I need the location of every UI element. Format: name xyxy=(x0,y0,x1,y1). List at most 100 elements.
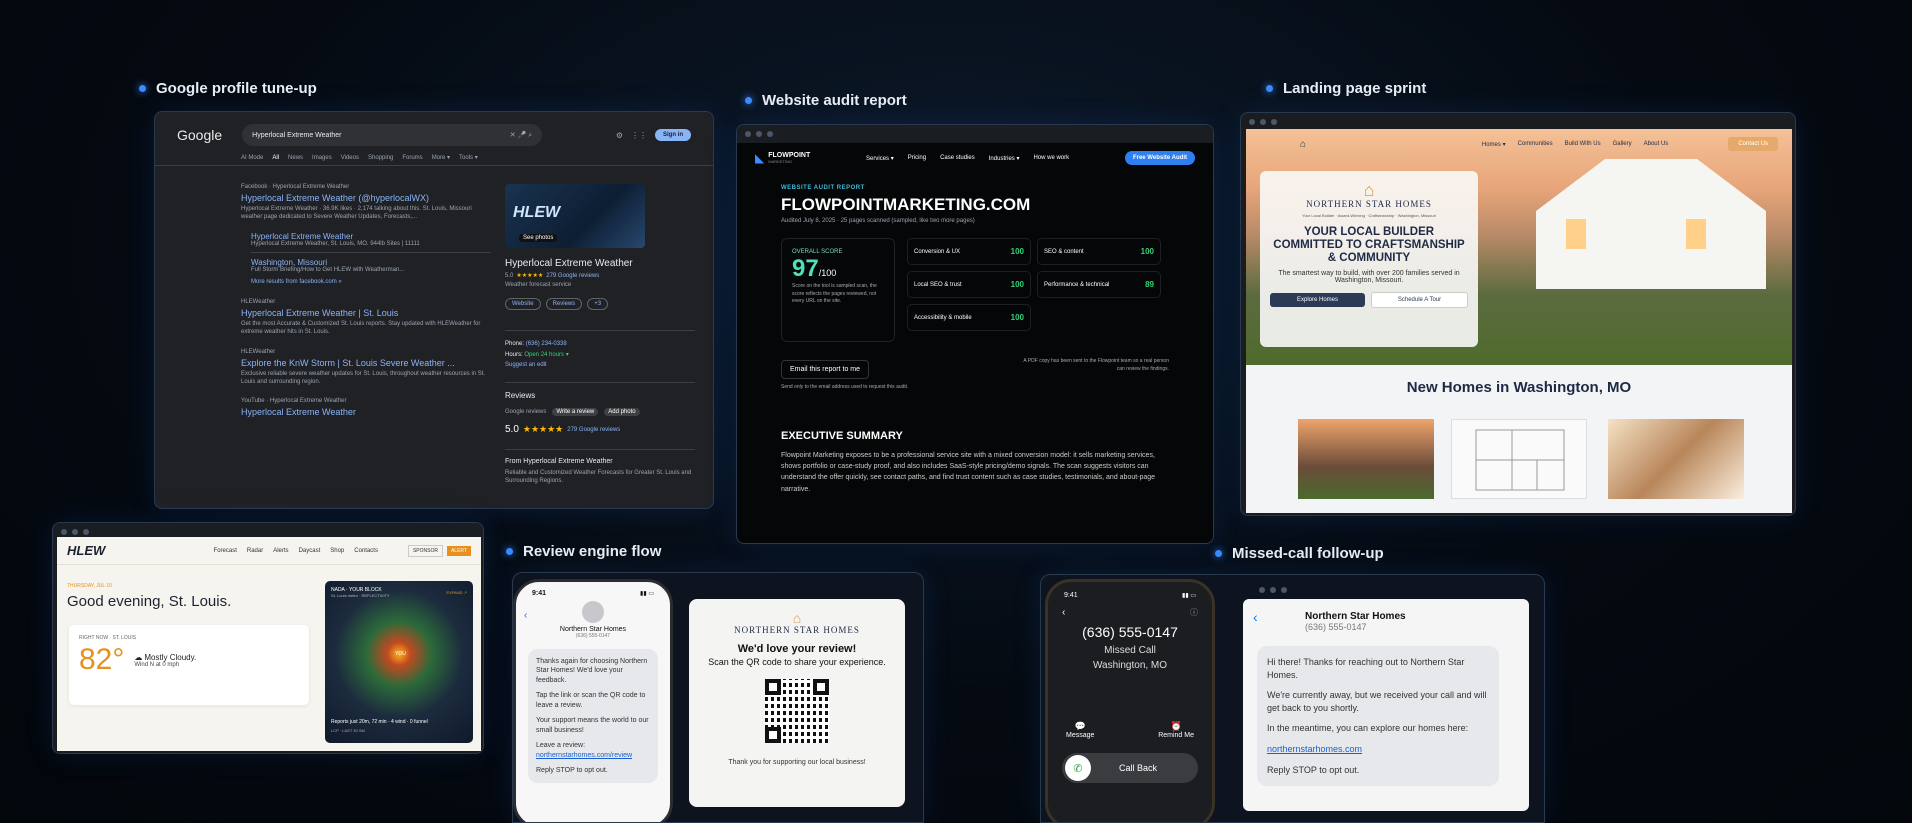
result-item: Facebook · Hyperlocal Extreme Weather Hy… xyxy=(241,184,491,222)
label-website-audit: Website audit report xyxy=(745,92,907,109)
floor-plan-card[interactable] xyxy=(1451,419,1587,499)
tab-tools[interactable]: Tools ▾ xyxy=(459,154,478,161)
score-grid: Conversion & UX 100 SEO & content 100 Loca… xyxy=(907,238,1161,331)
sublink-title[interactable]: Hyperlocal Extreme Weather xyxy=(251,232,491,241)
schedule-tour-button[interactable]: Schedule A Tour xyxy=(1371,291,1468,308)
result-source: YouTube · Hyperlocal Extreme Weather xyxy=(241,398,347,405)
contact-name: Northern Star Homes xyxy=(559,626,627,633)
email-report-button[interactable]: Email this report to me xyxy=(781,360,870,379)
kp-image[interactable]: HLEW See photos xyxy=(505,184,645,248)
nav-communities[interactable]: Communities xyxy=(1518,141,1553,147)
sublink-title[interactable]: Washington, Missouri xyxy=(251,258,491,267)
tab-videos[interactable]: Videos xyxy=(341,155,359,161)
from-heading: From Hyperlocal Extreme Weather xyxy=(505,458,613,465)
roof-logo-icon: ⌂ xyxy=(792,610,802,626)
tab-ai-mode[interactable]: AI Mode xyxy=(241,155,263,161)
brand-sub: MARKETING xyxy=(768,159,793,164)
nav-services[interactable]: Services ▾ xyxy=(866,155,894,162)
kp-more-button[interactable]: +3 xyxy=(587,298,609,310)
contact-us-button[interactable]: Contact Us xyxy=(1728,137,1778,151)
condition: Mostly Cloudy. xyxy=(144,652,197,662)
result-title[interactable]: Hyperlocal Extreme Weather xyxy=(241,407,491,417)
qr-code-icon[interactable] xyxy=(765,679,829,743)
hours-label: Hours: xyxy=(505,352,523,358)
add-photo-button[interactable]: Add photo xyxy=(604,408,640,416)
interior-photo-card[interactable] xyxy=(1608,419,1744,499)
back-icon[interactable]: ‹ xyxy=(1253,609,1258,625)
result-title[interactable]: Hyperlocal Extreme Weather (@hyperlocalW… xyxy=(241,193,491,203)
cloud-icon: ☁ xyxy=(134,652,143,662)
info-icon[interactable]: ⓘ xyxy=(1190,607,1198,618)
bullet-icon xyxy=(1266,85,1273,92)
kp-phone[interactable]: (636) 234-0338 xyxy=(526,341,567,347)
homes-link[interactable]: northernstarhomes.com xyxy=(1267,743,1489,756)
brand-name: FLOWPOINT xyxy=(768,152,811,159)
call-back-slider[interactable]: ✆ Call Back xyxy=(1062,753,1198,783)
explore-homes-button[interactable]: Explore Homes xyxy=(1270,292,1365,307)
nav-forecast[interactable]: Forecast xyxy=(214,548,237,554)
expand-button[interactable]: EXPAND ↗ xyxy=(446,590,467,595)
apps-icon[interactable]: ⋮⋮ xyxy=(631,131,647,140)
tab-forums[interactable]: Forums xyxy=(402,155,422,161)
nav-pricing[interactable]: Pricing xyxy=(908,155,926,161)
result-title[interactable]: Hyperlocal Extreme Weather | St. Louis xyxy=(241,308,491,318)
nav-how-we-work[interactable]: How we work xyxy=(1033,155,1069,161)
write-review-button[interactable]: Write a review xyxy=(552,408,599,416)
nav-gallery[interactable]: Gallery xyxy=(1613,141,1632,147)
tab-all[interactable]: All xyxy=(272,155,279,161)
suggest-edit-link[interactable]: Suggest an edit xyxy=(505,362,695,368)
kp-reviews-button[interactable]: Reviews xyxy=(545,298,583,310)
roof-logo-icon: ⌂ xyxy=(1363,180,1375,200)
back-icon[interactable]: ‹ xyxy=(524,610,527,621)
weather-nav: HLEW Forecast Radar Alerts Daycast Shop … xyxy=(57,537,481,565)
result-title[interactable]: Explore the KnW Storm | St. Louis Severe… xyxy=(241,358,491,368)
back-icon[interactable]: ‹ xyxy=(1062,607,1065,618)
label-google-profile: Google profile tune-up xyxy=(139,80,317,97)
nav-industries[interactable]: Industries ▾ xyxy=(989,155,1020,162)
score-name: Local SEO & trust xyxy=(914,281,962,288)
remind-me-action[interactable]: ⏰ Remind Me xyxy=(1158,721,1194,739)
big-reviews-link[interactable]: 279 Google reviews xyxy=(567,427,620,433)
sublink[interactable]: Hyperlocal Extreme Weather Hyperlocal Ex… xyxy=(251,232,491,253)
sponsor-button[interactable]: SPONSOR xyxy=(407,544,443,557)
message-icon: 💬 xyxy=(1074,721,1086,731)
radar-map[interactable]: NADA · YOUR BLOCK St. Louis metro · REFLE… xyxy=(325,581,473,743)
sign-in-button[interactable]: Sign in xyxy=(655,129,691,141)
search-bar[interactable]: Hyperlocal Extreme Weather ✕ 🎤 ⌕ xyxy=(242,124,543,146)
score-name: SEO & content xyxy=(1044,248,1084,255)
score-name: Performance & technical xyxy=(1044,281,1110,288)
tab-shopping[interactable]: Shopping xyxy=(368,155,393,161)
home-card-photo[interactable] xyxy=(1298,419,1434,499)
kp-website-button[interactable]: Website xyxy=(505,298,541,310)
search-icon[interactable]: ✕ 🎤 ⌕ xyxy=(510,131,532,140)
alert-button[interactable]: ALERT xyxy=(446,545,471,556)
nav-alerts[interactable]: Alerts xyxy=(273,548,288,554)
score-card: Accessibility & mobile 100 xyxy=(907,304,1031,331)
free-audit-button[interactable]: Free Website Audit xyxy=(1124,151,1195,165)
search-query[interactable]: Hyperlocal Extreme Weather xyxy=(252,132,341,139)
result-source: HLEWeather xyxy=(241,298,276,305)
tab-more[interactable]: More ▾ xyxy=(432,154,450,161)
label-missed-call: Missed-call follow-up xyxy=(1215,545,1384,562)
message-action[interactable]: 💬 Message xyxy=(1066,721,1094,739)
nav-contacts[interactable]: Contacts xyxy=(354,548,378,554)
review-link[interactable]: northernstarhomes.com/review xyxy=(536,751,650,760)
overall-note: Score on the tool is sampled scan, the s… xyxy=(792,283,877,304)
nav-homes[interactable]: Homes ▾ xyxy=(1482,141,1506,148)
more-results-link[interactable]: More results from facebook.com » xyxy=(251,279,491,285)
sublink[interactable]: Washington, Missouri Full Storm Briefing… xyxy=(251,253,491,273)
see-photos-button[interactable]: See photos xyxy=(519,234,558,242)
nav-about-us[interactable]: About Us xyxy=(1644,141,1669,147)
nav-radar[interactable]: Radar xyxy=(247,548,263,554)
kp-reviews-link[interactable]: 279 Google reviews xyxy=(546,273,599,279)
tab-images[interactable]: Images xyxy=(312,155,332,161)
call-back-label: Call Back xyxy=(1119,763,1158,773)
weather-panel: HLEW Forecast Radar Alerts Daycast Shop … xyxy=(52,522,484,754)
nav-shop[interactable]: Shop xyxy=(330,548,344,554)
nav-daycast[interactable]: Daycast xyxy=(299,548,321,554)
tab-news[interactable]: News xyxy=(288,155,303,161)
kp-hours[interactable]: Open 24 hours ▾ xyxy=(524,352,568,358)
nav-case-studies[interactable]: Case studies xyxy=(940,155,975,161)
nav-build-with-us[interactable]: Build With Us xyxy=(1565,141,1601,147)
settings-icon[interactable]: ⚙ xyxy=(616,131,623,140)
